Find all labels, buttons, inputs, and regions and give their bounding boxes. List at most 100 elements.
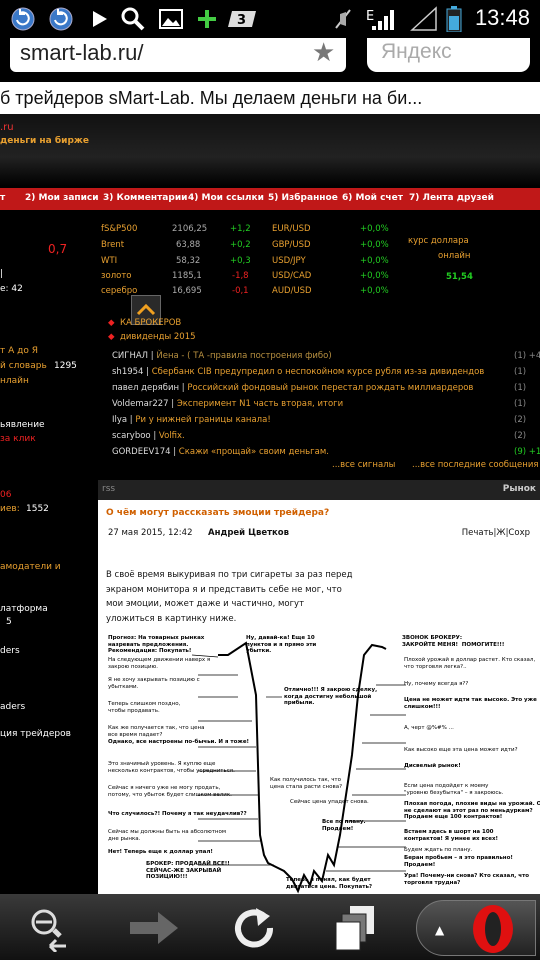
currency-name[interactable]: EUR/USD [272, 224, 311, 234]
brokers-link[interactable]: КА БРОКЕРОВ [120, 318, 181, 328]
list-item[interactable]: Ilya | Ри у нижней границы канала! (2) [112, 415, 526, 425]
left-value-06: 06 [0, 490, 12, 500]
diagram-note: Ура! Почему-ни снова? Кто сказал, что то… [404, 873, 530, 886]
bullet-icon: ◆ [108, 318, 115, 328]
zoom-back-icon[interactable] [20, 902, 80, 952]
list-item[interactable]: павел дерябин | Российский фондовый рыно… [112, 383, 526, 393]
signal-count: (1) [514, 383, 527, 393]
market-link[interactable]: Рынок [503, 484, 536, 494]
currency-name[interactable]: GBP/USD [272, 240, 311, 250]
browser-toolbar: smart-lab.ru/ ★ Яндекс [0, 38, 540, 82]
left-per-click[interactable]: за клик [0, 434, 36, 444]
signal-text[interactable]: Эксперимент N1 часть вторая, итоги [177, 399, 343, 409]
clock: 13:48 [474, 5, 530, 30]
reload-icon[interactable] [226, 902, 286, 952]
signal-text[interactable]: Volfix. [159, 431, 185, 441]
refresh-globe-icon [49, 7, 73, 31]
diagram-note: Сейчас мы должны быть на абсолютном дне … [108, 829, 227, 842]
left-link-traders[interactable]: ders [0, 646, 20, 656]
diagram-note: Сейчас цена упадет снова. [290, 799, 369, 805]
signal-user[interactable]: scaryboo [112, 431, 151, 441]
signal-text[interactable]: Российский фондовый рынок перестал рожда… [187, 383, 473, 393]
play-icon [93, 11, 107, 27]
signal-user[interactable]: Ilya [112, 415, 127, 425]
left-link-trader-association[interactable]: ция трейдеров [0, 729, 71, 739]
all-posts-link[interactable]: ...все последние сообщения [412, 460, 538, 470]
left-link-dictionary[interactable]: й словарь [0, 361, 47, 371]
diagram-note: Ну, давай-ка! Еще 10 пунктов и я прямо э… [246, 635, 317, 654]
bullet-icon: ◆ [108, 332, 115, 342]
signal-text[interactable]: Скажи «прощай» своим деньгам. [179, 447, 329, 457]
web-page[interactable]: .ru деньги на бирже т 2) Мои записи 3) К… [0, 114, 540, 894]
page-title: б трейдеров sMart-Lab. Мы делаем деньги … [0, 82, 540, 114]
screen: 3 E 13:48 smart-lab.ru/ ★ Яндекс б трейд… [0, 0, 540, 960]
all-signals-link[interactable]: ...все сигналы [332, 460, 395, 470]
diagram-note: Все по плану. Продаем! [322, 819, 366, 832]
diagram-note: Как высоко еще эта цена может идти? [404, 747, 518, 753]
index-name[interactable]: fS&P500 [101, 224, 137, 234]
left-link-platform[interactable]: латформа [0, 604, 48, 614]
tabs-icon[interactable] [330, 902, 390, 952]
signal-count: (2) [514, 415, 527, 425]
list-item[interactable]: scaryboo | Volfix. (2) [112, 431, 526, 441]
index-name[interactable]: Brent [101, 240, 124, 250]
diagram-note: Ну, почему всегда я?? [404, 681, 469, 687]
currency-name[interactable]: USD/CAD [272, 271, 311, 281]
diagram-note: Беран пробьем – я это правильно! Продаем… [404, 855, 513, 868]
signal-user[interactable]: Voldemar227 [112, 399, 169, 409]
signal-text[interactable]: Ри у нижней границы канала! [135, 415, 270, 425]
index-name[interactable]: WTI [101, 256, 117, 266]
currency-change: +0,0% [360, 240, 389, 250]
signal-user[interactable]: СИГНАЛ [112, 351, 148, 361]
currency-change: +0,0% [360, 224, 389, 234]
currency-change: +0,0% [360, 286, 389, 296]
left-link-a-to-ya[interactable]: т А до Я [0, 346, 38, 356]
usd-rate-label-online: онлайн [438, 251, 471, 261]
search-input[interactable]: Яндекс [367, 38, 530, 72]
currency-name[interactable]: AUD/USD [272, 286, 312, 296]
list-item[interactable]: GORDEEV174 | Скажи «прощай» своим деньга… [112, 447, 540, 457]
left-five: 5 [6, 617, 12, 627]
left-link-providers[interactable]: амодатели и [0, 562, 61, 572]
usd-rate-value: 51,54 [446, 272, 473, 282]
index-change: +0,3 [230, 256, 251, 266]
left-link-online[interactable]: нлайн [0, 376, 29, 386]
left-link-aders[interactable]: aders [0, 702, 25, 712]
diagram-note: Сейчас я ничего уже не могу продать, пот… [108, 785, 232, 798]
diagram-note: Встаем здесь в шорт на 100 контрактов! Я… [404, 829, 498, 842]
left-announce[interactable]: ьявление [0, 420, 45, 430]
list-item[interactable]: Voldemar227 | Эксперимент N1 часть втора… [112, 399, 526, 409]
forward-arrow-icon[interactable] [124, 902, 184, 952]
currency-name[interactable]: USD/JPY [272, 256, 306, 266]
index-value: 63,88 [176, 240, 201, 250]
left-label-iev: иев: [0, 504, 20, 514]
diagram-note: Как получилось так, что цена стала расти… [270, 777, 343, 790]
diagram-note: Нет! Теперь еще к доллар упал! [108, 849, 213, 855]
list-item[interactable]: sh1954 | Сбербанк CIB предупредил о несп… [112, 367, 526, 377]
index-change: -0,1 [232, 286, 249, 296]
signal-user[interactable]: павел дерябин [112, 383, 179, 393]
bookmark-star-icon[interactable]: ★ [312, 38, 335, 68]
signal-text[interactable]: Сбербанк CIB предупредил о неспокойном к… [152, 367, 485, 377]
address-bar[interactable]: smart-lab.ru/ [10, 38, 346, 72]
dividends-link[interactable]: дивиденды 2015 [120, 332, 196, 342]
signal-user[interactable]: GORDEEV174 [112, 447, 171, 457]
opera-logo-icon [473, 905, 513, 953]
article-author[interactable]: Андрей Цветков [208, 528, 289, 538]
signal-user[interactable]: sh1954 [112, 367, 143, 377]
diagram-note: Однако, все настроены по-бычьи. И я тоже… [108, 739, 250, 745]
battery-icon [446, 6, 462, 32]
signal-count: (1) +4 [514, 351, 540, 361]
signal-text[interactable]: Йена - ( ТА -правила построения фибо) [156, 351, 331, 361]
signal-count: (1) [514, 399, 527, 409]
currency-change: +0,0% [360, 271, 389, 281]
list-item[interactable]: СИГНАЛ | Йена - ( ТА -правила построения… [112, 351, 540, 361]
diagram-note: Теперь слишком поздно, чтобы продавать. [108, 701, 181, 714]
search-icon [121, 7, 145, 31]
index-name[interactable]: золото [101, 271, 132, 281]
emotions-diagram: Прогноз: На товарных рынках назревать пр… [106, 635, 540, 894]
article-title[interactable]: О чём могут рассказать эмоции трейдера? [106, 508, 329, 518]
article-tools[interactable]: Печать|Ж|Сохр [462, 528, 530, 538]
opera-menu-button[interactable]: ▲ [416, 900, 536, 956]
rss-link[interactable]: rss [102, 484, 115, 494]
